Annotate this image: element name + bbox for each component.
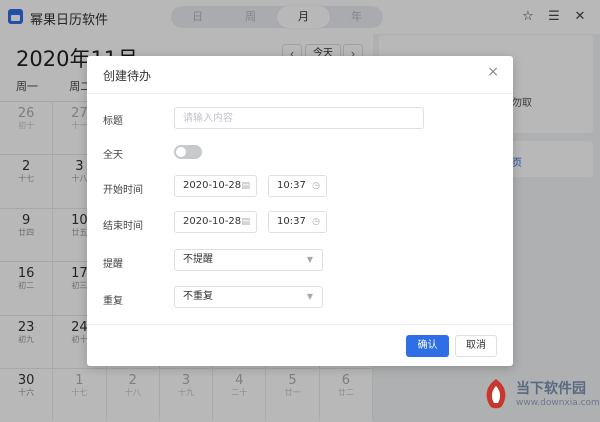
start-date-value: 2020-10-28 [183, 180, 242, 191]
create-todo-dialog: 创建待办 × 标题 全天 开始时间 2020-10-28 ▤ 10:37 ◷ 结… [87, 56, 513, 366]
end-date-field[interactable]: 2020-10-28 ▤ [174, 211, 257, 233]
allday-label: 全天 [103, 150, 123, 161]
remind-select[interactable]: 不提醒 ▼ [174, 249, 323, 271]
title-input[interactable] [174, 107, 424, 129]
watermark-name: 当下软件园 [516, 381, 586, 397]
calendar-icon: ▤ [241, 181, 250, 191]
watermark-logo-icon [486, 379, 506, 409]
end-time-label: 结束时间 [103, 221, 143, 232]
repeat-label: 重复 [103, 296, 123, 307]
confirm-button[interactable]: 确认 [406, 335, 449, 357]
repeat-value: 不重复 [183, 291, 213, 302]
end-time-field[interactable]: 10:37 ◷ [268, 211, 327, 233]
chevron-down-icon: ▼ [306, 255, 313, 264]
remind-value: 不提醒 [183, 254, 213, 265]
start-date-field[interactable]: 2020-10-28 ▤ [174, 175, 257, 197]
allday-toggle[interactable] [174, 145, 202, 159]
dialog-title: 创建待办 [103, 69, 152, 83]
watermark-url: www.downxia.com [516, 398, 600, 408]
remind-label: 提醒 [103, 259, 123, 270]
repeat-select[interactable]: 不重复 ▼ [174, 286, 323, 308]
divider [87, 324, 513, 325]
divider [87, 93, 513, 94]
start-time-label: 开始时间 [103, 185, 143, 196]
clock-icon: ◷ [312, 181, 320, 191]
chevron-down-icon: ▼ [306, 292, 313, 301]
start-time-field[interactable]: 10:37 ◷ [268, 175, 327, 197]
toggle-knob [176, 147, 186, 157]
end-time-value: 10:37 [277, 216, 306, 227]
start-time-value: 10:37 [277, 180, 306, 191]
clock-icon: ◷ [312, 217, 320, 227]
close-icon[interactable]: × [487, 64, 499, 80]
calendar-icon: ▤ [241, 217, 250, 227]
end-date-value: 2020-10-28 [183, 216, 242, 227]
title-label: 标题 [103, 116, 123, 127]
cancel-button[interactable]: 取消 [455, 335, 497, 357]
